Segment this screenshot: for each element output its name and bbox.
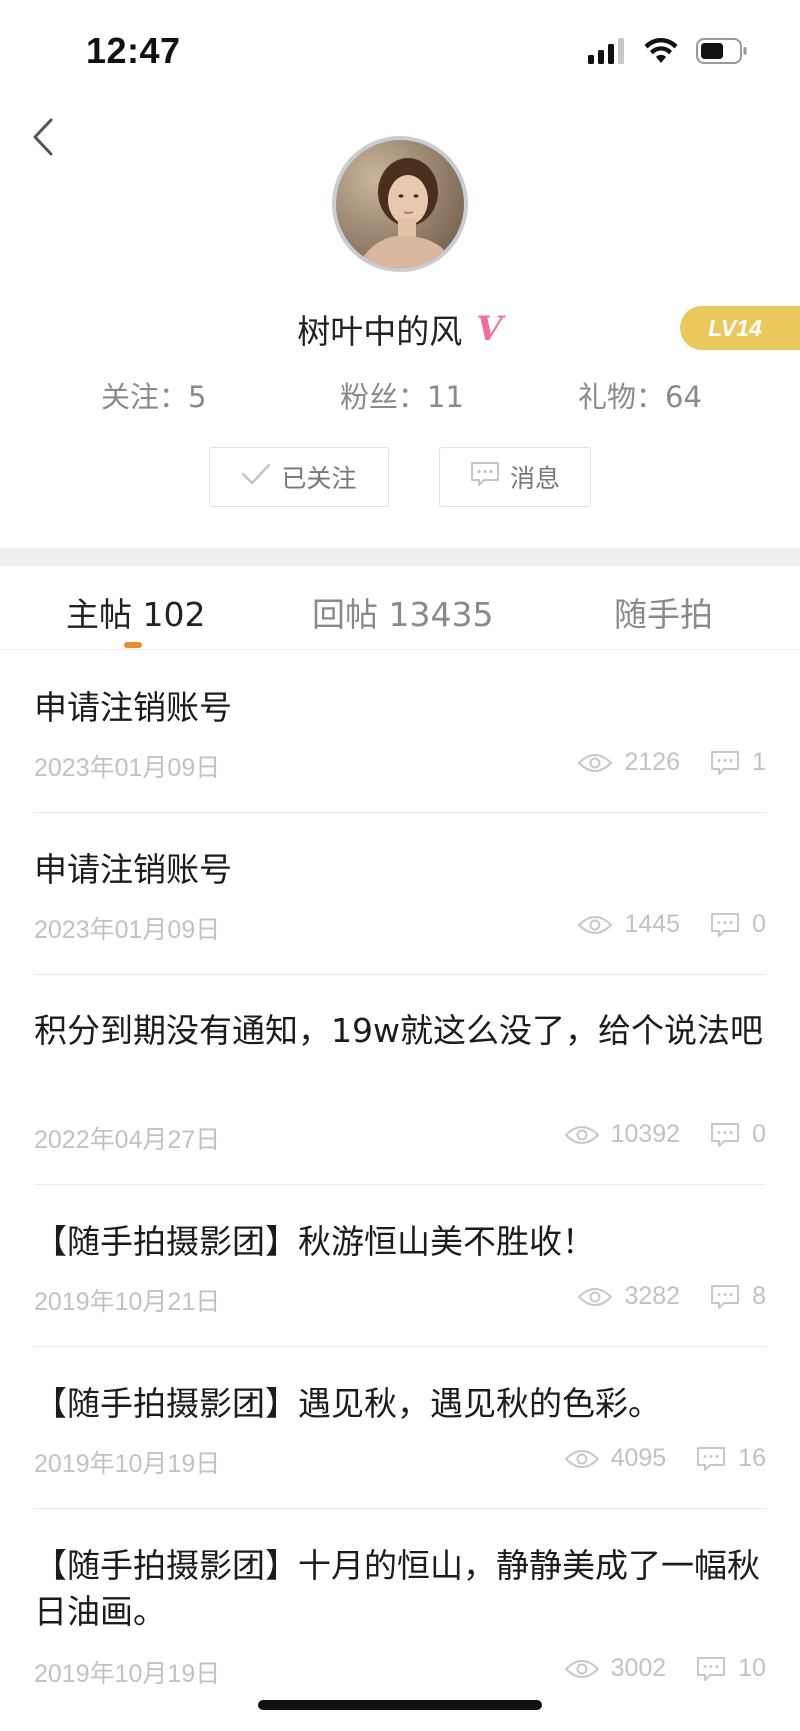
tab-snapshots[interactable]: 随手拍 bbox=[614, 588, 713, 636]
view-count: 3282 bbox=[624, 1282, 681, 1310]
comment-count: 1 bbox=[752, 748, 766, 776]
post-stats: 4095 16 bbox=[564, 1444, 766, 1473]
post-item[interactable]: 【随手拍摄影团】十月的恒山，静静美成了一幅秋日油画。 2019年10月19日 3… bbox=[34, 1509, 766, 1719]
comment-count: 10 bbox=[738, 1654, 766, 1682]
eye-icon bbox=[564, 1658, 599, 1680]
message-button[interactable]: 消息 bbox=[439, 447, 591, 507]
comment-count: 8 bbox=[752, 1282, 766, 1310]
active-tab-indicator bbox=[124, 642, 142, 648]
battery-icon bbox=[696, 38, 748, 68]
post-item[interactable]: 积分到期没有通知，19w就这么没了，给个说法吧 2022年04月27日 1039… bbox=[34, 975, 766, 1185]
comment-icon bbox=[696, 1446, 726, 1472]
post-meta: 2022年04月27日 10392 0 bbox=[34, 1120, 766, 1156]
eye-icon bbox=[564, 1124, 599, 1146]
status-icons bbox=[588, 38, 748, 68]
comment-count: 0 bbox=[752, 1120, 766, 1148]
post-meta: 2019年10月21日 3282 8 bbox=[34, 1282, 766, 1318]
comment-count: 0 bbox=[752, 910, 766, 938]
section-divider bbox=[0, 548, 800, 566]
avatar[interactable] bbox=[332, 136, 468, 272]
tab-main-posts[interactable]: 主帖 102 bbox=[66, 588, 205, 636]
status-bar: 12:47 bbox=[0, 0, 800, 100]
post-title: 积分到期没有通知，19w就这么没了，给个说法吧 bbox=[34, 1011, 763, 1050]
post-title: 申请注销账号 bbox=[34, 688, 232, 727]
comment-icon bbox=[710, 912, 740, 938]
avatar-image bbox=[336, 140, 464, 268]
status-time: 12:47 bbox=[86, 30, 181, 71]
post-meta: 2019年10月19日 4095 16 bbox=[34, 1444, 766, 1480]
post-meta: 2023年01月09日 2126 1 bbox=[34, 748, 766, 784]
view-count: 2126 bbox=[624, 748, 681, 776]
post-item[interactable]: 【随手拍摄影团】秋游恒山美不胜收！ 2019年10月21日 3282 8 bbox=[34, 1185, 766, 1347]
post-item[interactable]: 申请注销账号 2023年01月09日 2126 1 bbox=[34, 651, 766, 813]
signal-icon bbox=[588, 38, 626, 68]
post-title: 申请注销账号 bbox=[34, 850, 232, 889]
home-indicator[interactable] bbox=[258, 1700, 542, 1710]
post-stats: 1445 0 bbox=[578, 910, 766, 939]
comment-icon bbox=[710, 750, 740, 776]
post-date: 2022年04月27日 bbox=[34, 1126, 221, 1154]
followed-button[interactable]: 已关注 bbox=[209, 447, 389, 507]
followed-button-label: 已关注 bbox=[281, 464, 357, 493]
check-icon bbox=[241, 462, 271, 492]
message-button-label: 消息 bbox=[509, 464, 560, 493]
post-title: 【随手拍摄影团】遇见秋，遇见秋的色彩。 bbox=[34, 1384, 661, 1423]
comment-icon bbox=[710, 1122, 740, 1148]
tab-replies[interactable]: 回帖 13435 bbox=[312, 588, 493, 636]
post-date: 2023年01月09日 bbox=[34, 916, 221, 944]
post-meta: 2023年01月09日 1445 0 bbox=[34, 910, 766, 946]
post-date: 2019年10月19日 bbox=[34, 1660, 221, 1688]
post-stats: 3282 8 bbox=[578, 1282, 766, 1311]
level-badge: LV14 bbox=[680, 306, 800, 350]
post-date: 2019年10月21日 bbox=[34, 1288, 221, 1316]
post-date: 2023年01月09日 bbox=[34, 754, 221, 782]
back-button[interactable] bbox=[18, 114, 68, 164]
post-item[interactable]: 【随手拍摄影团】遇见秋，遇见秋的色彩。 2019年10月19日 4095 16 bbox=[34, 1347, 766, 1509]
post-meta: 2019年10月19日 3002 10 bbox=[34, 1654, 766, 1690]
stat-following[interactable]: 关注：5 bbox=[101, 374, 206, 416]
comment-icon bbox=[696, 1656, 726, 1682]
post-stats: 3002 10 bbox=[564, 1654, 766, 1683]
wifi-icon bbox=[644, 38, 678, 68]
profile-stats: 关注：5 粉丝：11 礼物：64 bbox=[0, 374, 800, 418]
username: 树叶中的风 bbox=[297, 312, 463, 351]
post-tabs: 主帖 102 回帖 13435 随手拍 bbox=[0, 566, 800, 650]
stat-gifts[interactable]: 礼物：64 bbox=[578, 374, 702, 416]
view-count: 1445 bbox=[624, 910, 681, 938]
eye-icon bbox=[578, 752, 613, 774]
eye-icon bbox=[578, 1286, 613, 1308]
post-item[interactable]: 申请注销账号 2023年01月09日 1445 0 bbox=[34, 813, 766, 975]
post-title: 【随手拍摄影团】秋游恒山美不胜收！ bbox=[34, 1222, 595, 1261]
verified-icon: V bbox=[476, 309, 503, 349]
view-count: 10392 bbox=[610, 1120, 681, 1148]
chevron-left-icon bbox=[31, 117, 55, 161]
eye-icon bbox=[578, 914, 613, 936]
comment-icon bbox=[710, 1284, 740, 1310]
post-date: 2019年10月19日 bbox=[34, 1450, 221, 1478]
post-stats: 10392 0 bbox=[564, 1120, 766, 1149]
message-icon bbox=[470, 461, 500, 493]
eye-icon bbox=[564, 1448, 599, 1470]
post-stats: 2126 1 bbox=[578, 748, 766, 777]
view-count: 3002 bbox=[610, 1654, 667, 1682]
view-count: 4095 bbox=[610, 1444, 667, 1472]
stat-fans[interactable]: 粉丝：11 bbox=[340, 374, 464, 416]
post-title: 【随手拍摄影团】十月的恒山，静静美成了一幅秋日油画。 bbox=[34, 1546, 760, 1631]
comment-count: 16 bbox=[738, 1444, 766, 1472]
